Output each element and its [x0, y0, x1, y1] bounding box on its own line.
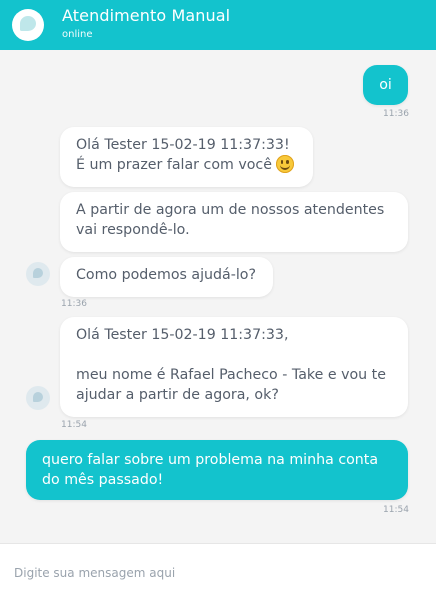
- smiling-face-emoji-icon: [275, 155, 294, 173]
- message-line: do mês passado!: [42, 472, 164, 488]
- message-time: 11:54: [383, 505, 409, 515]
- message-incoming: Olá Tester 15-02-19 11:37:33! É um praze…: [60, 127, 313, 187]
- message-outgoing: oi: [363, 65, 408, 105]
- message-line: ajudar a partir de agora, ok?: [76, 387, 279, 403]
- message-list[interactable]: oi 11:36 Olá Tester 15-02-19 11:37:33! É…: [0, 50, 436, 543]
- message-input[interactable]: [12, 562, 426, 584]
- message-incoming: Como podemos ajudá-lo?: [60, 257, 273, 297]
- message-incoming: Olá Tester 15-02-19 11:37:33, meu nome é…: [60, 317, 408, 417]
- message-text: Como podemos ajudá-lo?: [76, 267, 257, 283]
- message-outgoing: quero falar sobre um problema na minha c…: [26, 440, 408, 500]
- message-text: oi: [379, 77, 392, 93]
- message-line: quero falar sobre um problema na minha c…: [42, 452, 379, 468]
- message-line: A partir de agora um de nossos atendente…: [76, 202, 385, 218]
- message-composer: [0, 543, 436, 600]
- status-text: online: [62, 29, 93, 40]
- chat-header: Atendimento Manual online: [0, 0, 436, 50]
- message-time: 11:36: [61, 299, 87, 309]
- agent-avatar-icon: [12, 9, 44, 41]
- agent-mini-avatar-icon: [26, 386, 50, 410]
- message-time: 11:36: [383, 109, 409, 119]
- message-line: É um prazer falar com você: [76, 157, 272, 173]
- message-time: 11:54: [61, 420, 87, 430]
- message-incoming: A partir de agora um de nossos atendente…: [60, 192, 408, 252]
- message-line: vai respondê-lo.: [76, 222, 190, 238]
- chat-title: Atendimento Manual: [62, 6, 231, 25]
- agent-mini-avatar-icon: [26, 262, 50, 286]
- message-line: meu nome é Rafael Pacheco - Take e vou t…: [76, 367, 386, 383]
- message-line: Olá Tester 15-02-19 11:37:33!: [76, 137, 290, 153]
- message-line: Olá Tester 15-02-19 11:37:33,: [76, 327, 289, 343]
